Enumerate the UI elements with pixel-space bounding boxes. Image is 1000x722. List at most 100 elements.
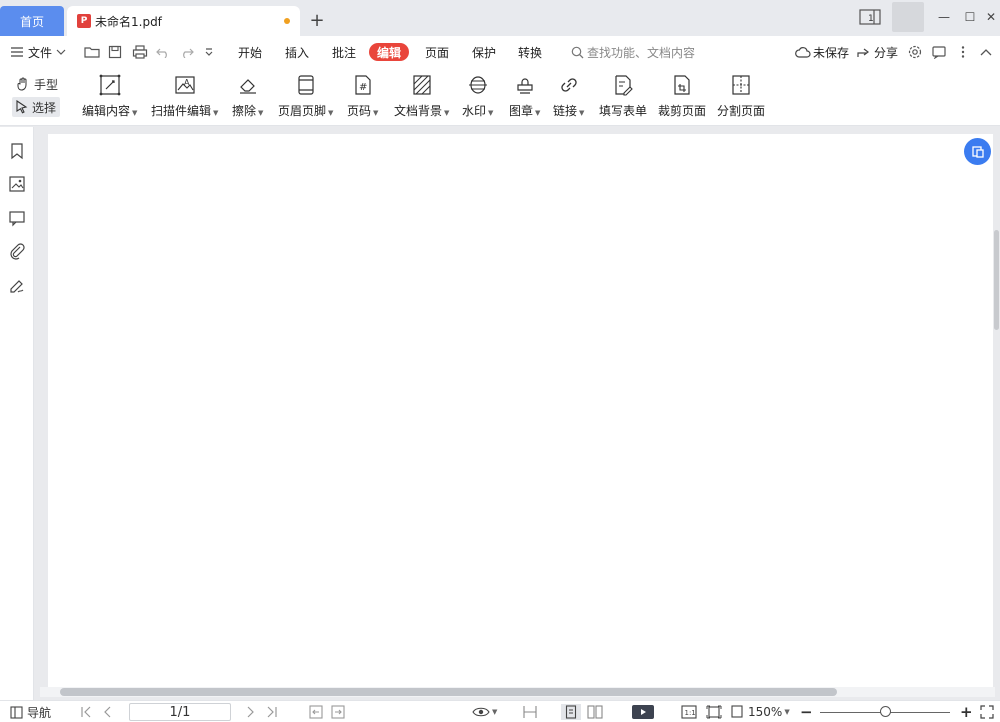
play-button[interactable] [632, 704, 654, 720]
new-tab-button[interactable]: + [306, 9, 328, 31]
document-canvas[interactable] [35, 127, 1000, 687]
maximize-button[interactable]: ☐ [960, 6, 980, 28]
doc-background-button[interactable]: 文档背景 ▼ [394, 72, 449, 119]
header-footer-icon [293, 72, 319, 98]
play-icon [632, 705, 654, 719]
edit-content-button[interactable]: 编辑内容 ▼ [82, 72, 137, 119]
actual-size-button[interactable]: 1:1 [681, 704, 697, 720]
attachment-icon[interactable] [8, 242, 26, 260]
quick-access-menu[interactable] [204, 43, 214, 61]
fit-width-button[interactable] [522, 704, 538, 720]
dropdown-caret-icon: ▼ [535, 109, 541, 117]
actual-size-icon: 1:1 [681, 705, 697, 719]
header-footer-button[interactable]: 页眉页脚 ▼ [278, 72, 333, 119]
page-zoom-icon [730, 705, 744, 719]
close-button[interactable]: ✕ [982, 6, 1000, 28]
stamp-button[interactable]: 图章 ▼ [509, 72, 540, 119]
search-icon [571, 46, 584, 59]
open-button[interactable] [84, 43, 100, 61]
page-number-input[interactable]: 1/1 [129, 703, 231, 721]
chevron-up-icon [980, 48, 992, 56]
bookmark-icon[interactable] [8, 142, 26, 160]
ribbon-toolbar: 手型 选择 编辑内容 ▼ A 扫描件编辑 ▼ 擦除 ▼ 页眉页脚 ▼ # 页码 ▼ [0, 68, 1000, 126]
forward-button[interactable] [331, 704, 345, 720]
erase-button[interactable]: 擦除 ▼ [232, 72, 263, 119]
back-button[interactable] [309, 704, 323, 720]
hamburger-icon [10, 46, 24, 58]
dropdown-caret-icon: ▼ [213, 109, 219, 117]
zoom-dropdown[interactable]: 150% ▼ [730, 704, 790, 720]
floating-tool-button[interactable] [964, 138, 991, 165]
prev-page-button[interactable] [102, 704, 112, 720]
link-button[interactable]: 链接 ▼ [553, 72, 584, 119]
hand-mode-button[interactable]: 手型 [12, 74, 62, 94]
comment-icon[interactable] [8, 209, 26, 227]
document-tab[interactable]: P 未命名1.pdf [67, 6, 300, 36]
dropdown-caret-icon: ▼ [258, 109, 264, 117]
save-icon [108, 45, 122, 59]
tab-edit[interactable]: 编辑 [369, 43, 410, 61]
navigation-label: 导航 [27, 705, 52, 720]
window-layout-button[interactable]: 1 [858, 6, 882, 28]
watermark-icon [465, 72, 491, 98]
eye-icon [472, 706, 490, 718]
vertical-scrollbar[interactable] [994, 230, 999, 330]
zoom-in-button[interactable]: + [960, 703, 973, 721]
navigation-toggle[interactable]: 导航 [10, 704, 51, 720]
cloud-icon [795, 46, 811, 58]
share-label: 分享 [874, 45, 899, 60]
select-mode-button[interactable]: 选择 [12, 97, 61, 117]
convert-tool-icon [971, 145, 985, 159]
minimize-button[interactable]: — [934, 6, 954, 28]
split-page-button[interactable]: 分割页面 [717, 72, 765, 119]
scan-edit-button[interactable]: A 扫描件编辑 ▼ [151, 72, 218, 119]
save-status-button[interactable]: 未保存 [795, 43, 849, 61]
link-label: 链接 [553, 104, 578, 118]
feedback-button[interactable] [932, 43, 946, 61]
search-input[interactable]: 查找功能、文档内容 [571, 43, 695, 61]
tab-insert[interactable]: 插入 [285, 43, 309, 61]
page-number-button[interactable]: # 页码 ▼ [347, 72, 378, 119]
svg-text:1: 1 [868, 14, 874, 24]
crop-page-button[interactable]: 裁剪页面 [658, 72, 706, 119]
single-page-button[interactable] [561, 704, 581, 720]
dropdown-caret-icon: ▼ [328, 109, 334, 117]
share-button[interactable]: 分享 [857, 43, 898, 61]
edit-content-label: 编辑内容 [82, 104, 131, 118]
tab-convert[interactable]: 转换 [518, 43, 542, 61]
pdf-page[interactable] [48, 134, 993, 687]
save-button[interactable] [108, 43, 122, 61]
redo-button[interactable] [180, 43, 194, 61]
last-page-button[interactable] [266, 704, 278, 720]
tab-comment[interactable]: 批注 [332, 43, 356, 61]
horizontal-scrollbar-thumb[interactable] [60, 688, 837, 696]
avatar[interactable] [892, 2, 924, 32]
next-page-button[interactable] [246, 704, 256, 720]
home-tab[interactable]: 首页 [0, 6, 64, 36]
file-menu[interactable]: 文件 [10, 43, 66, 61]
double-page-button[interactable] [587, 704, 603, 720]
fit-page-button[interactable] [706, 704, 722, 720]
tab-protect[interactable]: 保护 [472, 43, 496, 61]
more-menu-button[interactable] [960, 43, 966, 61]
page-number-icon: # [350, 72, 376, 98]
split-page-icon [728, 72, 754, 98]
zoom-value: 150% [748, 705, 783, 719]
fill-form-button[interactable]: 填写表单 [599, 72, 647, 119]
signature-icon[interactable] [8, 276, 26, 294]
eye-mode-button[interactable]: ▼ [472, 704, 497, 720]
undo-button[interactable] [156, 43, 170, 61]
fullscreen-button[interactable] [980, 704, 994, 720]
print-button[interactable] [132, 43, 148, 61]
watermark-button[interactable]: 水印 ▼ [462, 72, 493, 119]
thumbnail-icon[interactable] [8, 175, 26, 193]
first-page-button[interactable] [80, 704, 92, 720]
collapse-ribbon-button[interactable] [980, 43, 992, 61]
chevron-down-icon [56, 48, 66, 56]
zoom-slider-handle[interactable] [879, 706, 891, 717]
settings-button[interactable] [908, 43, 922, 61]
tab-start[interactable]: 开始 [238, 43, 262, 61]
dropdown-caret-icon: ▼ [373, 109, 379, 117]
tab-page[interactable]: 页面 [425, 43, 449, 61]
zoom-out-button[interactable]: − [800, 703, 813, 721]
